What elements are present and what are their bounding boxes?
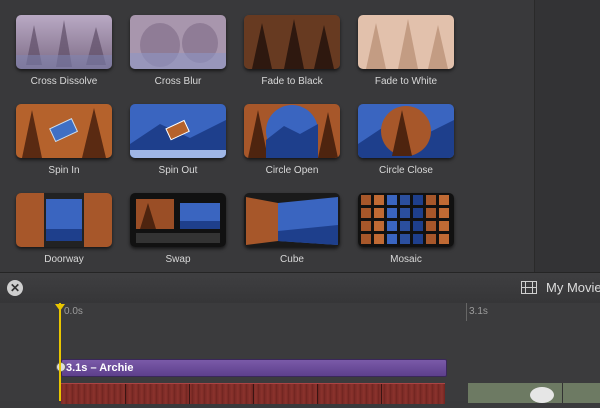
transition-label: Spin Out — [158, 165, 198, 176]
mosaic-tile — [413, 208, 423, 218]
film-icon[interactable] — [521, 281, 537, 294]
transition-label: Fade to White — [374, 76, 438, 87]
ruler-label: 0.0s — [64, 306, 83, 317]
transition-label: Swap — [165, 254, 191, 265]
transition-cube[interactable]: Cube — [244, 193, 358, 273]
transition-fade-to-white[interactable]: Fade to White — [358, 15, 472, 95]
mosaic-tile — [439, 234, 449, 244]
mosaic-tile — [400, 195, 410, 205]
mosaic-tile — [374, 208, 384, 218]
thumbnail-spin-out — [130, 104, 226, 158]
thumbnail-circle-open — [244, 104, 340, 158]
mosaic-tile — [400, 208, 410, 218]
mosaic-tile — [361, 234, 371, 244]
mosaic-tile — [387, 221, 397, 231]
thumbnail-cross-blur — [130, 15, 226, 69]
transition-mosaic[interactable]: Mosaic — [358, 193, 472, 273]
thumbnail-mosaic — [358, 193, 454, 247]
clip-frame-divider — [125, 384, 126, 404]
viewer-panel-edge — [534, 0, 600, 272]
mosaic-tile — [387, 234, 397, 244]
timeline-toolbar: ✕ My Movie — [0, 272, 600, 304]
mosaic-tile — [361, 208, 371, 218]
transition-doorway[interactable]: Doorway — [16, 193, 130, 273]
ruler-tick — [466, 303, 467, 321]
transition-label: Mosaic — [390, 254, 422, 265]
mosaic-tile — [413, 195, 423, 205]
title-clip-handle[interactable] — [56, 362, 66, 372]
mosaic-tile — [400, 221, 410, 231]
clip-frame-divider — [189, 384, 190, 404]
mosaic-tile — [387, 208, 397, 218]
transition-cross-dissolve[interactable]: Cross Dissolve — [16, 15, 130, 95]
mosaic-tile — [439, 195, 449, 205]
mosaic-tile — [413, 234, 423, 244]
thumbnail-doorway — [16, 193, 112, 247]
mosaic-tile — [361, 221, 371, 231]
transition-label: Circle Open — [265, 165, 319, 176]
mosaic-tile — [426, 234, 436, 244]
transition-label: Circle Close — [379, 165, 433, 176]
transition-fade-to-black[interactable]: Fade to Black — [244, 15, 358, 95]
thumbnail-spin-in — [16, 104, 112, 158]
thumbnail-circle-close — [358, 104, 454, 158]
thumbnail-swap — [130, 193, 226, 247]
close-icon[interactable]: ✕ — [7, 280, 23, 296]
mosaic-tile — [439, 221, 449, 231]
timeline[interactable]: 0.0s 3.1s 3.1s – Archie — [0, 303, 600, 404]
transition-circle-open[interactable]: Circle Open — [244, 104, 358, 184]
transition-label: Cube — [280, 254, 304, 265]
mosaic-tile — [374, 234, 384, 244]
transition-label: Cross Dissolve — [30, 76, 98, 87]
video-clip-2[interactable] — [468, 383, 600, 403]
transition-label: Fade to Black — [261, 76, 323, 87]
transition-spin-out[interactable]: Spin Out — [130, 104, 244, 184]
mosaic-tile — [400, 234, 410, 244]
transition-cross-blur[interactable]: Cross Blur — [130, 15, 244, 95]
transitions-browser: Cross Dissolve Cross Blur Fade to Black … — [0, 0, 534, 272]
ruler-label: 3.1s — [469, 306, 488, 317]
mosaic-tile — [439, 208, 449, 218]
thumbnail-cross-dissolve — [16, 15, 112, 69]
transition-swap[interactable]: Swap — [130, 193, 244, 273]
mosaic-tile — [361, 195, 371, 205]
mosaic-tile — [374, 195, 384, 205]
mosaic-tile — [413, 221, 423, 231]
transition-circle-close[interactable]: Circle Close — [358, 104, 472, 184]
transition-spin-in[interactable]: Spin In — [16, 104, 130, 184]
transition-label: Spin In — [48, 165, 80, 176]
thumbnail-cube — [244, 193, 340, 247]
mosaic-tile — [374, 221, 384, 231]
clip-frame-divider — [317, 384, 318, 404]
transition-label: Cross Blur — [154, 76, 202, 87]
clip-frame-divider — [253, 384, 254, 404]
title-clip[interactable]: 3.1s – Archie — [61, 359, 447, 377]
clip-frame-divider — [381, 384, 382, 404]
movie-title: My Movie — [546, 280, 600, 295]
transition-label: Doorway — [44, 254, 84, 265]
thumbnail-fade-to-white — [358, 15, 454, 69]
playhead[interactable] — [59, 303, 61, 401]
thumbnail-fade-to-black — [244, 15, 340, 69]
mosaic-tile — [387, 195, 397, 205]
mosaic-tile — [426, 195, 436, 205]
mosaic-tile — [426, 208, 436, 218]
title-clip-label: 3.1s – Archie — [66, 362, 134, 374]
playhead-handle[interactable] — [55, 304, 65, 311]
mosaic-tile — [426, 221, 436, 231]
